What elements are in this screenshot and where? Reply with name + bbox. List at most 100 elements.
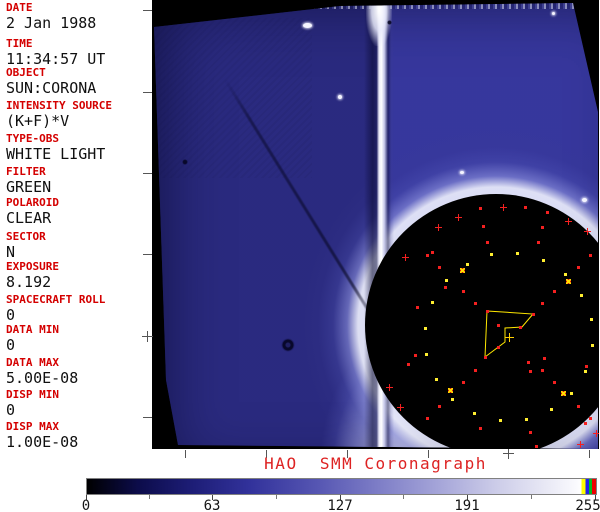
metadata-entry-data-max: DATA MAX 5.00E-08 xyxy=(6,356,79,387)
coronagraph-image-canvas xyxy=(152,0,599,449)
image-title: HAO SMM Coronagraph xyxy=(264,454,487,473)
metadata-value: WHITE LIGHT xyxy=(6,145,106,163)
metadata-entry-sector: SECTOR N xyxy=(6,230,46,261)
metadata-value: GREEN xyxy=(6,178,52,196)
red-square-marker xyxy=(483,355,487,359)
metadata-value: 2 Jan 1988 xyxy=(6,14,97,32)
red-square-marker xyxy=(540,225,544,229)
red-ray-dot xyxy=(461,289,465,293)
metadata-label: DATA MIN xyxy=(6,323,59,336)
metadata-label: DATA MAX xyxy=(6,356,59,369)
metadata-label: DATE xyxy=(6,1,33,14)
yellow-ring-dot xyxy=(451,397,455,401)
yellow-ring-dot xyxy=(445,279,449,283)
red-ray-dot xyxy=(438,266,442,270)
yellow-ring-dot xyxy=(549,408,553,412)
red-square-marker xyxy=(485,240,489,244)
yellow-ring-dot xyxy=(569,391,573,395)
metadata-label: SECTOR xyxy=(6,230,46,243)
red-cross-marker xyxy=(564,217,572,225)
metadata-label: TIME xyxy=(6,37,33,50)
red-square-marker xyxy=(536,240,540,244)
colorbar-minor-tick xyxy=(403,495,404,499)
colorbar-tick-label: 127 xyxy=(327,498,353,512)
red-square-marker xyxy=(545,210,549,214)
red-x-marker xyxy=(447,387,453,393)
red-ray-dot xyxy=(426,416,430,420)
red-ray-dot xyxy=(438,404,442,408)
colorbar-tick-label: 255 xyxy=(575,498,600,512)
metadata-entry-object: OBJECT SUN:CORONA xyxy=(6,67,96,97)
colorbar-tick-label: 191 xyxy=(454,498,480,512)
metadata-entry-type-obs: TYPE-OBS WHITE LIGHT xyxy=(6,133,106,163)
red-square-marker xyxy=(478,426,482,430)
left-axis-tick xyxy=(143,173,152,174)
red-cross-marker xyxy=(396,403,404,411)
left-axis-tick xyxy=(143,10,152,11)
red-square-marker xyxy=(531,312,535,316)
yellow-ring-dot xyxy=(516,251,520,255)
red-square-marker xyxy=(406,362,410,366)
metadata-label: SPACECRAFT ROLL xyxy=(6,293,106,306)
yellow-ring-dot xyxy=(591,344,595,348)
red-ray-dot xyxy=(541,369,545,373)
yellow-ring-dot xyxy=(541,258,545,262)
colorbar-tick-label: 63 xyxy=(203,498,221,512)
red-square-marker xyxy=(534,444,538,448)
red-square-marker xyxy=(481,224,485,228)
red-square-marker xyxy=(430,250,434,254)
red-ray-dot xyxy=(461,381,465,385)
yellow-ring-dot xyxy=(430,301,434,305)
red-cross-marker xyxy=(434,223,442,231)
red-square-marker xyxy=(443,285,447,289)
red-ray-dot xyxy=(588,416,592,420)
red-x-marker xyxy=(565,278,571,284)
metadata-value: (K+F)*V xyxy=(6,112,70,130)
yellow-ring-dot xyxy=(563,273,567,277)
yellow-ring-dot xyxy=(498,419,502,423)
metadata-value: 11:34:57 UT xyxy=(6,50,106,68)
red-cross-marker xyxy=(592,429,599,437)
metadata-value: 0 xyxy=(6,306,16,324)
red-ray-dot xyxy=(588,254,592,258)
yellow-ring-dot xyxy=(434,377,438,381)
left-axis-tick xyxy=(143,254,152,255)
red-ray-dot xyxy=(426,254,430,258)
red-x-marker xyxy=(459,267,465,273)
metadata-entry-intensity-source: INTENSITY SOURCE (K+F)*V xyxy=(6,99,112,130)
metadata-value: 5.00E-08 xyxy=(6,369,79,387)
red-square-marker xyxy=(496,323,500,327)
metadata-label: DISP MAX xyxy=(6,420,59,433)
red-square-marker xyxy=(415,305,419,309)
red-ray-dot xyxy=(473,301,477,305)
metadata-panel: DATE 2 Jan 1988 TIME 11:34:57 UT OBJECT SUN:C… xyxy=(0,0,152,451)
red-cross-marker xyxy=(454,213,462,221)
red-cross-marker xyxy=(401,253,409,261)
red-square-marker xyxy=(542,356,546,360)
metadata-entry-disp-min: DISP MIN 0 xyxy=(6,388,59,419)
yellow-ring-dot xyxy=(524,417,528,421)
red-cross-marker xyxy=(385,383,393,391)
red-cross-marker xyxy=(583,227,591,235)
metadata-entry-spacecraft-roll: SPACECRAFT ROLL 0 xyxy=(6,293,106,324)
red-x-marker xyxy=(560,390,566,396)
red-square-marker xyxy=(485,309,489,313)
yellow-ring-dot xyxy=(465,262,469,266)
red-ray-dot xyxy=(473,369,477,373)
metadata-entry-disp-max: DISP MAX 1.00E-08 xyxy=(6,420,79,451)
intensity-colorbar xyxy=(86,478,597,495)
red-cross-marker xyxy=(499,203,507,211)
metadata-label: INTENSITY SOURCE xyxy=(6,99,112,112)
yellow-ring-dot xyxy=(425,352,429,356)
red-square-marker xyxy=(496,345,500,349)
metadata-label: DISP MIN xyxy=(6,388,59,401)
left-axis-plus-v xyxy=(147,331,148,342)
red-ray-dot xyxy=(576,266,580,270)
metadata-entry-date: DATE 2 Jan 1988 xyxy=(6,1,97,32)
colorbar-minor-tick xyxy=(149,495,150,499)
metadata-value: 1.00E-08 xyxy=(6,433,79,451)
yellow-ring-dot xyxy=(584,369,588,373)
red-square-marker xyxy=(584,364,588,368)
metadata-value: N xyxy=(6,243,16,261)
colorbar-minor-tick xyxy=(531,495,532,499)
